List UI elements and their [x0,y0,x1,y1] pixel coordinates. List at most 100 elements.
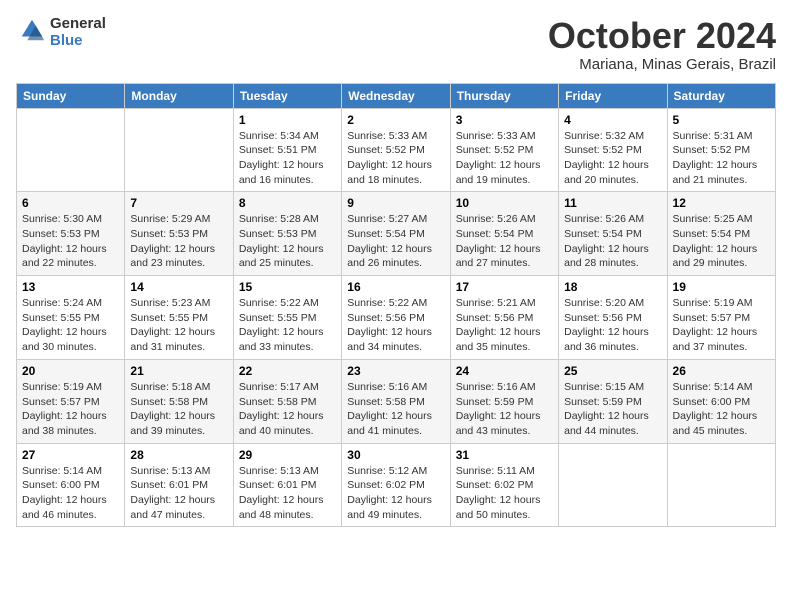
day-info: Sunrise: 5:23 AMSunset: 5:55 PMDaylight:… [130,296,227,355]
day-info: Sunrise: 5:11 AMSunset: 6:02 PMDaylight:… [456,464,553,523]
day-info: Sunrise: 5:27 AMSunset: 5:54 PMDaylight:… [347,212,444,271]
day-info: Sunrise: 5:26 AMSunset: 5:54 PMDaylight:… [456,212,553,271]
calendar-week-row: 20 Sunrise: 5:19 AMSunset: 5:57 PMDayligh… [17,359,776,443]
day-info: Sunrise: 5:33 AMSunset: 5:52 PMDaylight:… [456,129,553,188]
day-number: 11 [564,196,661,210]
logo-blue-text: Blue [50,32,83,49]
day-number: 10 [456,196,553,210]
calendar-cell: 23 Sunrise: 5:16 AMSunset: 5:58 PMDayligh… [342,359,450,443]
day-number: 23 [347,364,444,378]
calendar-header-day: Sunday [17,83,125,108]
calendar-cell: 30 Sunrise: 5:12 AMSunset: 6:02 PMDayligh… [342,443,450,527]
calendar-cell: 6 Sunrise: 5:30 AMSunset: 5:53 PMDaylight… [17,192,125,276]
calendar-cell: 11 Sunrise: 5:26 AMSunset: 5:54 PMDayligh… [559,192,667,276]
day-info: Sunrise: 5:14 AMSunset: 6:00 PMDaylight:… [22,464,119,523]
day-info: Sunrise: 5:13 AMSunset: 6:01 PMDaylight:… [130,464,227,523]
title-area: October 2024 Mariana, Minas Gerais, Braz… [548,16,776,73]
day-info: Sunrise: 5:28 AMSunset: 5:53 PMDaylight:… [239,212,336,271]
day-number: 5 [673,113,770,127]
day-info: Sunrise: 5:33 AMSunset: 5:52 PMDaylight:… [347,129,444,188]
calendar-header-day: Friday [559,83,667,108]
day-info: Sunrise: 5:18 AMSunset: 5:58 PMDaylight:… [130,380,227,439]
calendar-cell: 15 Sunrise: 5:22 AMSunset: 5:55 PMDayligh… [233,276,341,360]
logo: General Blue [16,16,106,49]
calendar-cell: 5Sunrise: 5:31 AMSunset: 5:52 PMDaylight… [667,108,775,192]
calendar-cell: 2 Sunrise: 5:33 AMSunset: 5:52 PMDaylight… [342,108,450,192]
day-number: 30 [347,448,444,462]
day-number: 29 [239,448,336,462]
day-info: Sunrise: 5:32 AMSunset: 5:52 PMDaylight:… [564,129,661,188]
calendar-cell: 31 Sunrise: 5:11 AMSunset: 6:02 PMDayligh… [450,443,558,527]
day-info: Sunrise: 5:22 AMSunset: 5:56 PMDaylight:… [347,296,444,355]
calendar-cell [667,443,775,527]
month-title: October 2024 [548,16,776,56]
calendar-cell: 12 Sunrise: 5:25 AMSunset: 5:54 PMDayligh… [667,192,775,276]
calendar-header-day: Monday [125,83,233,108]
calendar-cell: 16 Sunrise: 5:22 AMSunset: 5:56 PMDayligh… [342,276,450,360]
page-header: General Blue October 2024 Mariana, Minas… [16,16,776,73]
day-info: Sunrise: 5:16 AMSunset: 5:58 PMDaylight:… [347,380,444,439]
calendar-cell: 24Sunrise: 5:16 AMSunset: 5:59 PMDayligh… [450,359,558,443]
day-number: 8 [239,196,336,210]
calendar-cell: 20 Sunrise: 5:19 AMSunset: 5:57 PMDayligh… [17,359,125,443]
calendar-week-row: 27Sunrise: 5:14 AMSunset: 6:00 PMDayligh… [17,443,776,527]
calendar-week-row: 6 Sunrise: 5:30 AMSunset: 5:53 PMDaylight… [17,192,776,276]
day-info: Sunrise: 5:12 AMSunset: 6:02 PMDaylight:… [347,464,444,523]
day-number: 20 [22,364,119,378]
calendar-header-day: Thursday [450,83,558,108]
calendar-cell [559,443,667,527]
day-info: Sunrise: 5:19 AMSunset: 5:57 PMDaylight:… [673,296,770,355]
day-number: 22 [239,364,336,378]
logo-icon [18,16,46,44]
calendar-cell [17,108,125,192]
day-number: 18 [564,280,661,294]
calendar-header-row: SundayMondayTuesdayWednesdayThursdayFrid… [17,83,776,108]
day-number: 25 [564,364,661,378]
day-number: 1 [239,113,336,127]
day-number: 21 [130,364,227,378]
calendar-table: SundayMondayTuesdayWednesdayThursdayFrid… [16,83,776,528]
day-number: 19 [673,280,770,294]
calendar-cell: 9Sunrise: 5:27 AMSunset: 5:54 PMDaylight… [342,192,450,276]
day-info: Sunrise: 5:26 AMSunset: 5:54 PMDaylight:… [564,212,661,271]
day-number: 24 [456,364,553,378]
calendar-cell: 18 Sunrise: 5:20 AMSunset: 5:56 PMDayligh… [559,276,667,360]
calendar-cell: 4Sunrise: 5:32 AMSunset: 5:52 PMDaylight… [559,108,667,192]
calendar-cell [125,108,233,192]
day-number: 26 [673,364,770,378]
day-info: Sunrise: 5:34 AMSunset: 5:51 PMDaylight:… [239,129,336,188]
day-info: Sunrise: 5:24 AMSunset: 5:55 PMDaylight:… [22,296,119,355]
calendar-cell: 25 Sunrise: 5:15 AMSunset: 5:59 PMDayligh… [559,359,667,443]
calendar-cell: 19 Sunrise: 5:19 AMSunset: 5:57 PMDayligh… [667,276,775,360]
day-number: 13 [22,280,119,294]
calendar-cell: 7Sunrise: 5:29 AMSunset: 5:53 PMDaylight… [125,192,233,276]
day-info: Sunrise: 5:14 AMSunset: 6:00 PMDaylight:… [673,380,770,439]
day-number: 15 [239,280,336,294]
day-info: Sunrise: 5:17 AMSunset: 5:58 PMDaylight:… [239,380,336,439]
calendar-cell: 10 Sunrise: 5:26 AMSunset: 5:54 PMDayligh… [450,192,558,276]
day-info: Sunrise: 5:21 AMSunset: 5:56 PMDaylight:… [456,296,553,355]
day-number: 3 [456,113,553,127]
day-info: Sunrise: 5:30 AMSunset: 5:53 PMDaylight:… [22,212,119,271]
day-info: Sunrise: 5:15 AMSunset: 5:59 PMDaylight:… [564,380,661,439]
calendar-cell: 17 Sunrise: 5:21 AMSunset: 5:56 PMDayligh… [450,276,558,360]
day-number: 28 [130,448,227,462]
day-info: Sunrise: 5:20 AMSunset: 5:56 PMDaylight:… [564,296,661,355]
day-number: 12 [673,196,770,210]
day-info: Sunrise: 5:19 AMSunset: 5:57 PMDaylight:… [22,380,119,439]
calendar-cell: 28 Sunrise: 5:13 AMSunset: 6:01 PMDayligh… [125,443,233,527]
calendar-cell: 8 Sunrise: 5:28 AMSunset: 5:53 PMDaylight… [233,192,341,276]
day-info: Sunrise: 5:22 AMSunset: 5:55 PMDaylight:… [239,296,336,355]
day-number: 17 [456,280,553,294]
day-info: Sunrise: 5:13 AMSunset: 6:01 PMDaylight:… [239,464,336,523]
day-info: Sunrise: 5:25 AMSunset: 5:54 PMDaylight:… [673,212,770,271]
day-number: 31 [456,448,553,462]
calendar-cell: 1 Sunrise: 5:34 AMSunset: 5:51 PMDaylight… [233,108,341,192]
calendar-cell: 29 Sunrise: 5:13 AMSunset: 6:01 PMDayligh… [233,443,341,527]
day-number: 6 [22,196,119,210]
calendar-body: 1 Sunrise: 5:34 AMSunset: 5:51 PMDaylight… [17,108,776,527]
day-number: 16 [347,280,444,294]
calendar-week-row: 1 Sunrise: 5:34 AMSunset: 5:51 PMDaylight… [17,108,776,192]
day-number: 2 [347,113,444,127]
calendar-cell: 13 Sunrise: 5:24 AMSunset: 5:55 PMDayligh… [17,276,125,360]
